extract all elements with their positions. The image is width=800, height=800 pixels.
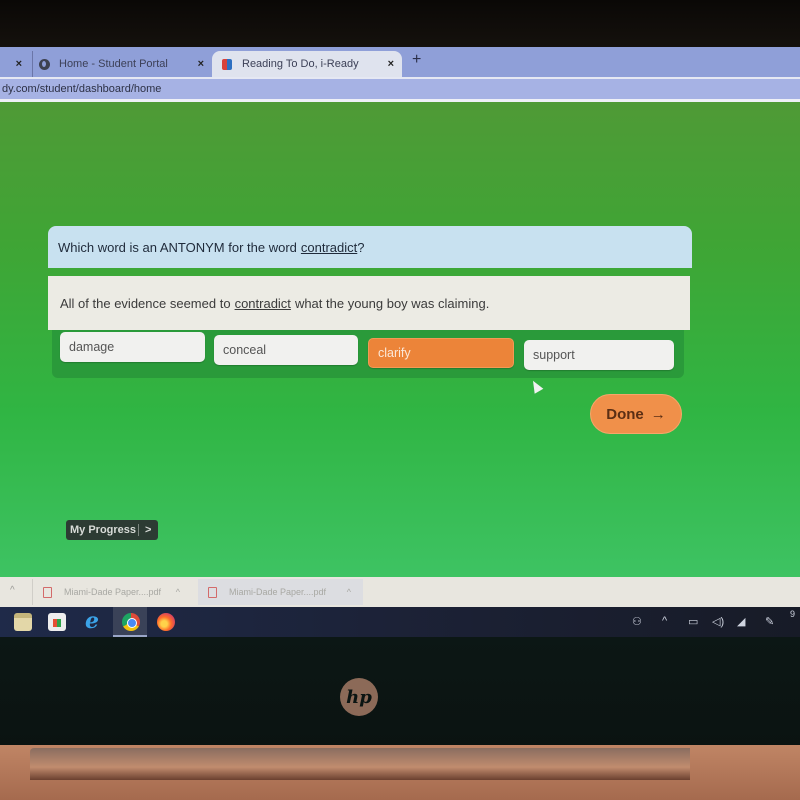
- people-icon[interactable]: ⚇: [632, 615, 642, 628]
- question-target-word: contradict: [300, 239, 358, 255]
- answer-label: damage: [69, 340, 115, 354]
- done-label: Done: [606, 405, 644, 423]
- done-button[interactable]: Done →: [590, 394, 682, 434]
- volume-icon[interactable]: ◁): [712, 615, 724, 628]
- tab-partial[interactable]: ×: [0, 51, 28, 77]
- url-text[interactable]: dy.com/student/dashboard/home: [2, 83, 161, 95]
- file-explorer-icon[interactable]: [14, 613, 32, 631]
- tab-home-student-portal[interactable]: Home - Student Portal ×: [32, 51, 212, 77]
- globe-icon: [39, 58, 50, 70]
- windows-taskbar: e ⚇ ^ ▭ ◁) ◢ ✎ 9: [0, 607, 800, 637]
- hinge-bar: [30, 748, 690, 780]
- internet-explorer-icon[interactable]: e: [85, 608, 103, 634]
- photo-of-laptop-screen: × Home - Student Portal × Reading To Do,…: [0, 0, 800, 800]
- microsoft-store-icon[interactable]: [48, 613, 66, 631]
- pdf-icon: [208, 586, 217, 598]
- passage-target-word: contradict: [234, 295, 291, 311]
- close-tab-icon[interactable]: ×: [16, 58, 22, 70]
- mouse-cursor-icon: [528, 378, 544, 394]
- chrome-icon[interactable]: [122, 613, 140, 631]
- tab-label: Home - Student Portal: [59, 58, 168, 70]
- passage-text-end: what the young boy was claiming.: [294, 295, 490, 311]
- clock-partial[interactable]: 9: [790, 609, 795, 619]
- browser-tabstrip: × Home - Student Portal × Reading To Do,…: [0, 47, 800, 77]
- download-filename: Miami-Dade Paper....pdf: [229, 587, 327, 597]
- arrow-right-icon: →: [650, 405, 666, 423]
- address-bar[interactable]: dy.com/student/dashboard/home: [0, 77, 800, 102]
- download-item[interactable]: Miami-Dade Paper....pdf ^: [32, 579, 192, 605]
- firefox-icon[interactable]: [157, 613, 175, 631]
- answer-choice-support[interactable]: support: [524, 340, 674, 370]
- pdf-icon: [43, 586, 52, 598]
- question-mark: ?: [357, 239, 365, 255]
- chevron-up-icon[interactable]: ^: [10, 585, 15, 596]
- answer-label: conceal: [223, 343, 267, 357]
- lesson-page: Which word is an ANTONYM for the word co…: [0, 102, 800, 578]
- wifi-icon[interactable]: ◢: [737, 615, 745, 628]
- chevron-right-icon: >: [145, 524, 152, 536]
- iready-icon: [222, 58, 232, 70]
- show-hidden-icons-icon[interactable]: ^: [662, 615, 667, 627]
- screen-bezel-top: [0, 0, 800, 48]
- answer-choice-clarify-selected[interactable]: clarify: [368, 338, 514, 368]
- battery-icon[interactable]: ▭: [688, 615, 698, 628]
- question-prompt: Which word is an ANTONYM for the word co…: [48, 226, 692, 268]
- new-tab-button[interactable]: +: [412, 51, 421, 69]
- close-tab-icon[interactable]: ×: [388, 58, 394, 70]
- tab-label: Reading To Do, i-Ready: [242, 58, 359, 70]
- answer-choice-conceal[interactable]: conceal: [214, 335, 358, 365]
- my-progress-button[interactable]: My Progress >: [66, 520, 158, 540]
- close-tab-icon[interactable]: ×: [198, 58, 204, 70]
- download-filename: Miami-Dade Paper....pdf: [64, 587, 162, 597]
- laptop-bezel: [0, 637, 800, 747]
- answer-label: clarify: [378, 346, 411, 360]
- chevron-up-icon[interactable]: ^: [347, 587, 351, 597]
- passage-text-start: All of the evidence seemed to: [60, 295, 231, 311]
- question-text: Which word is an ANTONYM for the word: [58, 239, 297, 255]
- pen-icon[interactable]: ✎: [765, 615, 774, 628]
- answer-choice-damage[interactable]: damage: [60, 332, 205, 362]
- tab-reading-to-do[interactable]: Reading To Do, i-Ready ×: [212, 51, 402, 77]
- chevron-up-icon[interactable]: ^: [176, 587, 180, 597]
- download-item[interactable]: Miami-Dade Paper....pdf ^: [198, 579, 363, 605]
- passage-sentence: All of the evidence seemed to contradict…: [48, 276, 690, 330]
- my-progress-label: My Progress: [66, 524, 139, 536]
- hp-logo: hp: [340, 678, 378, 716]
- answer-label: support: [533, 348, 575, 362]
- download-bar: ^ Miami-Dade Paper....pdf ^ Miami-Dade P…: [0, 577, 800, 607]
